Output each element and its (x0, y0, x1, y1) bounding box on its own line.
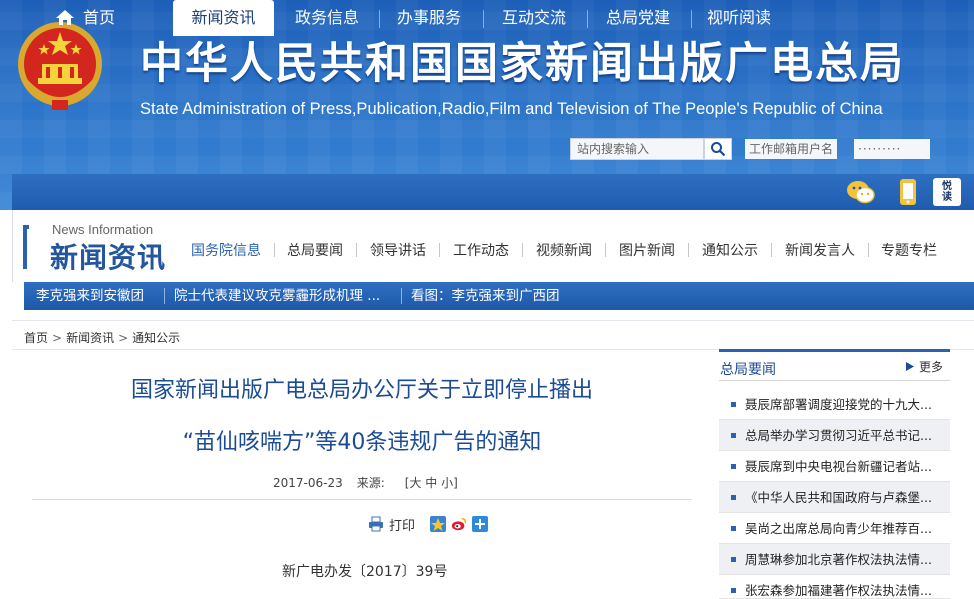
email-username-field[interactable]: 工作邮箱用户名 (745, 139, 837, 159)
article-title-line-2: “苗仙咳喘方”等40条违规广告的通知 (182, 430, 542, 455)
sidebar-divider (719, 380, 950, 381)
subnav-notices[interactable]: 通知公示 (702, 240, 758, 260)
nav-divider (379, 10, 380, 28)
nav-item-news[interactable]: 新闻资讯 (173, 0, 274, 36)
home-icon (55, 10, 74, 25)
article-meta: 2017-06-23 来源: [大 中 小] (273, 474, 472, 491)
site-subtitle: State Administration of Press,Publicatio… (140, 100, 883, 118)
subnav-divider (356, 243, 357, 257)
subnav-speeches[interactable]: 领导讲话 (370, 240, 426, 260)
bullet-icon (731, 464, 736, 469)
share-toolbar: 打印 (368, 514, 489, 534)
subnav-video-news[interactable]: 视频新闻 (536, 240, 592, 260)
ticker-item[interactable]: 院士代表建议攻克雾霾形成机理 ... (174, 282, 380, 310)
subnav-divider (605, 243, 606, 257)
sidebar-news-item[interactable]: 张宏森参加福建著作权法执法情... (719, 575, 950, 599)
sidebar-news-item[interactable]: 总局举办学习贯彻习近平总书记... (719, 420, 950, 451)
sidebar-top-bar (719, 349, 950, 352)
nav-item-government-info[interactable]: 政务信息 (280, 0, 374, 36)
bullet-icon (731, 495, 736, 500)
breadcrumb-news[interactable]: 新闻资讯 (66, 331, 114, 345)
nav-divider (483, 10, 484, 28)
sidebar-news-item[interactable]: 周慧琳参加北京著作权法执法情... (719, 544, 950, 575)
ticker-item[interactable]: 李克强来到安徽团 (36, 282, 144, 310)
article-source-label: 来源: (356, 476, 385, 490)
sidebar-news-item[interactable]: 聂辰席到中央电视台新疆记者站... (719, 451, 950, 482)
sidebar-news-text: 聂辰席到中央电视台新疆记者站... (745, 459, 932, 474)
bullet-icon (731, 402, 736, 407)
sidebar-news-item[interactable]: 《中华人民共和国政府与卢森堡... (719, 482, 950, 513)
bullet-icon (731, 433, 736, 438)
password-field[interactable]: ········· (854, 139, 930, 159)
subnav-divider (274, 243, 275, 257)
article-date: 2017-06-23 (273, 476, 343, 490)
document-number: 新广电办发〔2017〕39号 (282, 564, 448, 580)
section-bracket (23, 225, 29, 269)
qzone-share-icon[interactable] (430, 516, 447, 532)
main-nav (12, 174, 974, 210)
subnav-work-updates[interactable]: 工作动态 (453, 240, 509, 260)
more-label: 更多 (919, 360, 944, 374)
weibo-share-icon[interactable] (451, 516, 467, 532)
ticker-divider (164, 288, 165, 304)
bullet-icon (731, 557, 736, 562)
subnav-divider (868, 243, 869, 257)
sidebar-title: 总局要闻 (720, 362, 776, 378)
nav-item-party[interactable]: 总局党建 (591, 0, 685, 36)
breadcrumb: 首页 > 新闻资讯 > 通知公示 (24, 329, 180, 346)
nav-item-audiovisual[interactable]: 视听阅读 (695, 0, 783, 36)
yuedu-label: 悦读 (942, 181, 952, 203)
subnav-headlines[interactable]: 总局要闻 (287, 240, 343, 260)
subnav-divider (688, 243, 689, 257)
subnav-divider (771, 243, 772, 257)
mobile-icon[interactable] (893, 178, 923, 206)
breadcrumb-home[interactable]: 首页 (24, 331, 48, 345)
sidebar-news-text: 周慧琳参加北京著作权法执法情... (745, 552, 932, 567)
section-title-cn: 新闻资讯 (50, 241, 167, 274)
sidebar-news-item[interactable]: 聂辰席部署调度迎接党的十九大... (719, 389, 950, 420)
sidebar-news-text: 《中华人民共和国政府与卢森堡... (745, 490, 932, 505)
breadcrumb-separator: > (118, 331, 129, 345)
article-title-line-1: 国家新闻出版广电总局办公厅关于立即停止播出 (130, 378, 593, 403)
sidebar-more-link[interactable]: 更多 (906, 358, 943, 375)
subnav-divider (522, 243, 523, 257)
breadcrumb-notices[interactable]: 通知公示 (132, 331, 180, 345)
subnav-special-topics[interactable]: 专题专栏 (881, 240, 937, 260)
site-title: 中华人民共和国国家新闻出版广电总局 (140, 39, 905, 89)
section-title-en: News Information (52, 222, 154, 237)
bullet-icon (731, 588, 736, 593)
sidebar-news-text: 张宏森参加福建著作权法执法情... (745, 583, 932, 598)
article-divider (32, 499, 692, 500)
ticker-item[interactable]: 看图：李克强来到广西团 (411, 282, 560, 310)
sidebar-news-text: 吴尚之出席总局向青少年推荐百... (745, 521, 932, 536)
wechat-icon[interactable] (846, 178, 876, 206)
print-icon[interactable] (368, 516, 384, 532)
yuedu-icon[interactable]: 悦读 (933, 178, 961, 206)
nav-divider (587, 10, 588, 28)
add-share-icon[interactable] (472, 516, 489, 532)
breadcrumb-separator: > (52, 331, 63, 345)
subnav-state-council[interactable]: 国务院信息 (191, 240, 261, 260)
sidebar-news-item[interactable]: 吴尚之出席总局向青少年推荐百... (719, 513, 950, 544)
subnav-photo-news[interactable]: 图片新闻 (619, 240, 675, 260)
triangle-right-icon (906, 362, 914, 371)
search-input[interactable]: 站内搜索输入 (570, 138, 704, 160)
font-size-control[interactable]: [大 中 小] (405, 476, 458, 490)
nav-divider (691, 10, 692, 28)
print-label[interactable]: 打印 (389, 515, 415, 534)
divider (12, 320, 974, 321)
bullet-icon (731, 526, 736, 531)
search-icon (711, 142, 726, 157)
nav-item-services[interactable]: 办事服务 (383, 0, 475, 36)
nav-item-label: 首页 (82, 8, 115, 27)
subnav-spokesperson[interactable]: 新闻发言人 (785, 240, 855, 260)
subnav-divider (439, 243, 440, 257)
ticker-divider (401, 288, 402, 304)
search-button[interactable] (704, 138, 732, 160)
nav-item-home[interactable]: 首页 (40, 0, 130, 36)
nav-item-interaction[interactable]: 互动交流 (487, 0, 581, 36)
sidebar-news-text: 聂辰席部署调度迎接党的十九大... (745, 397, 932, 412)
sidebar-news-text: 总局举办学习贯彻习近平总书记... (745, 428, 932, 443)
